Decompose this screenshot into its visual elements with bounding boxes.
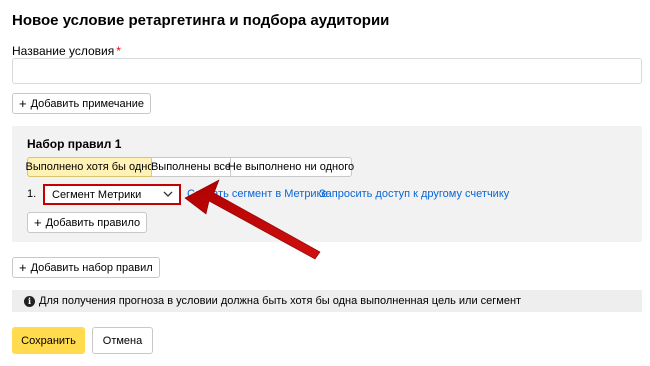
rule-number: 1. (27, 188, 37, 200)
info-text: Для получения прогноза в условии должна … (39, 295, 522, 307)
mode-none[interactable]: Не выполнено ни одного (228, 157, 354, 177)
save-button[interactable]: Сохранить (12, 327, 85, 354)
mode-at-least-one[interactable]: Выполнено хотя бы одно (26, 157, 154, 177)
add-rule-button[interactable]: + Добавить правило (27, 212, 148, 233)
mode-all[interactable]: Выполнены все (151, 157, 231, 177)
add-note-button[interactable]: + Добавить примечание (12, 93, 151, 114)
add-rule-label: Добавить правило (45, 216, 141, 229)
add-note-label: Добавить примечание (30, 97, 144, 110)
ruleset-title: Набор правил 1 (27, 137, 122, 151)
required-mark: * (116, 44, 121, 58)
info-icon: i (24, 295, 35, 307)
rule-type-value: Сегмент Метрики (52, 188, 142, 201)
create-segment-link[interactable]: Создать сегмент в Метрике (187, 188, 328, 200)
condition-name-label: Название условия * (12, 44, 121, 58)
plus-icon: + (34, 215, 42, 230)
cancel-button[interactable]: Отмена (92, 327, 153, 354)
add-ruleset-label: Добавить набор правил (30, 261, 153, 274)
plus-icon: + (19, 96, 27, 111)
condition-name-input[interactable] (12, 58, 642, 84)
add-ruleset-button[interactable]: + Добавить набор правил (12, 257, 160, 278)
chevron-down-icon (163, 191, 173, 197)
plus-icon: + (19, 260, 27, 275)
page-title: Новое условие ретаргетинга и подбора ауд… (12, 12, 390, 29)
rule-type-select[interactable]: Сегмент Метрики (43, 184, 181, 205)
forecast-info-bar: i Для получения прогноза в условии должн… (12, 290, 642, 312)
request-access-link[interactable]: Запросить доступ к другому счетчику (319, 188, 509, 200)
condition-name-label-text: Название условия (12, 44, 115, 58)
